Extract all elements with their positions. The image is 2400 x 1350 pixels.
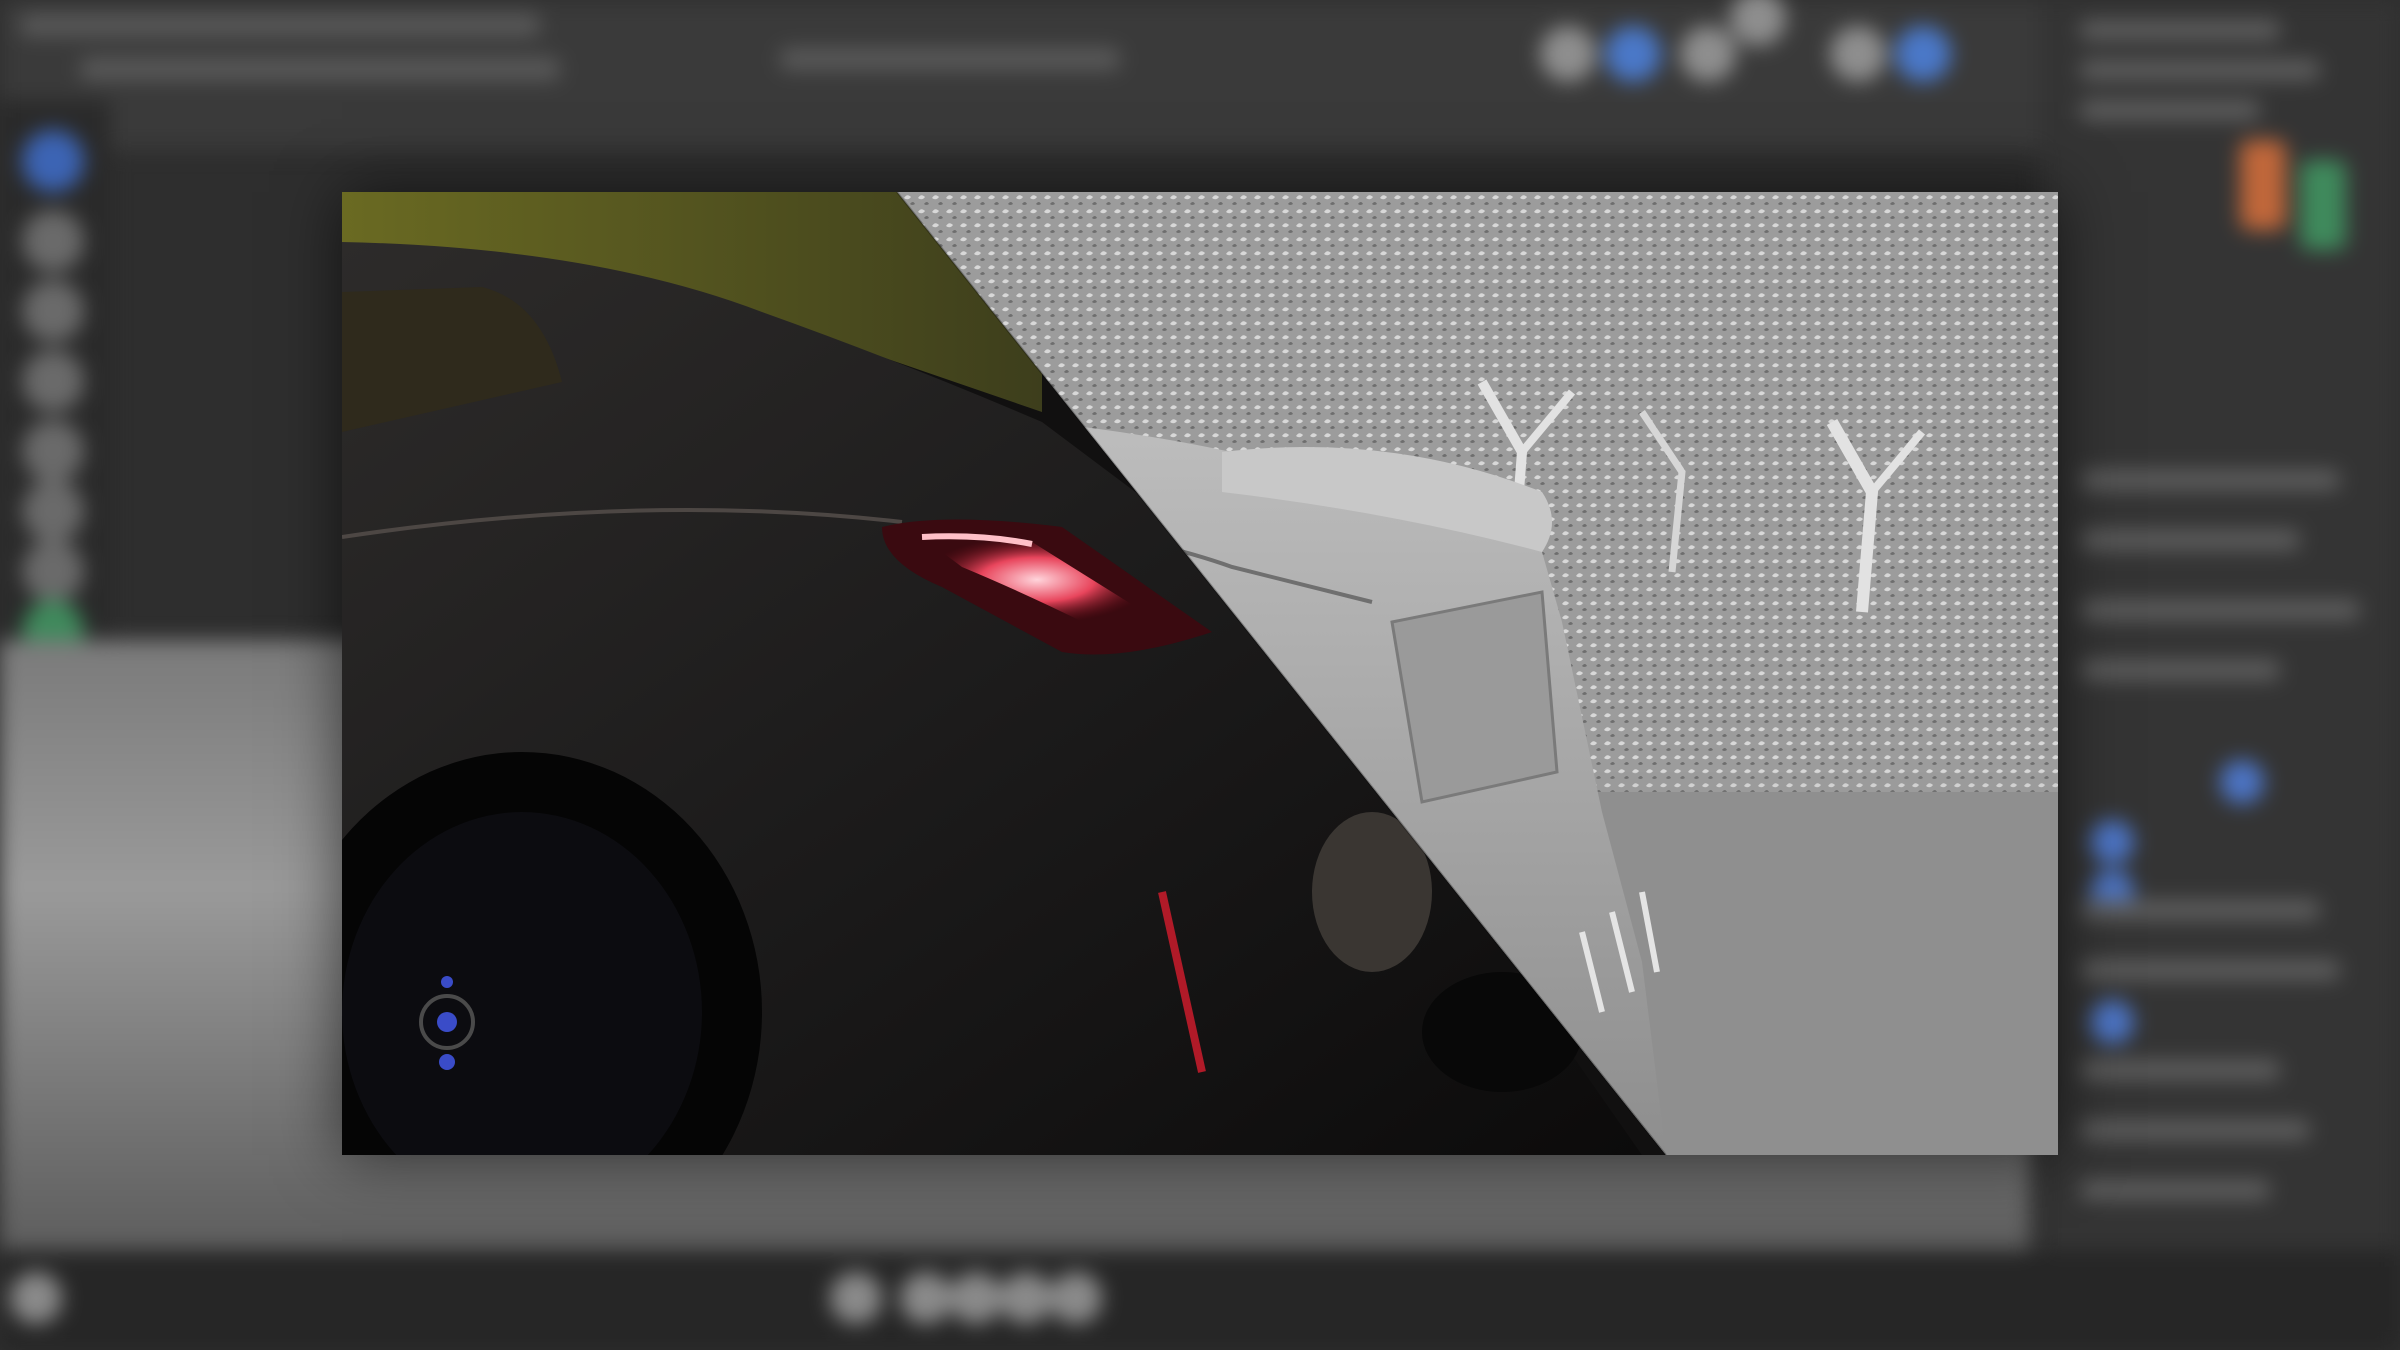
- play-icon[interactable]: [830, 1272, 882, 1324]
- toggle-icon[interactable]: [2090, 1000, 2134, 1044]
- material-swatch[interactable]: [2240, 140, 2286, 230]
- property-row[interactable]: [2080, 1180, 2270, 1200]
- jump-end-icon[interactable]: [1050, 1272, 1102, 1324]
- timeline-menu-icon[interactable]: [10, 1272, 62, 1324]
- material-swatch[interactable]: [2300, 160, 2346, 250]
- step-forward-icon[interactable]: [1000, 1272, 1052, 1324]
- render-image: [342, 192, 2058, 1155]
- annotate-icon[interactable]: [22, 540, 84, 602]
- select-icon[interactable]: [22, 130, 84, 192]
- property-row[interactable]: [2080, 660, 2280, 680]
- timeline: [0, 1250, 2400, 1350]
- gizmo-icon[interactable]: [1730, 0, 1786, 46]
- properties-panel: [2040, 0, 2400, 1350]
- outliner-row[interactable]: [2080, 100, 2260, 120]
- left-toolbar: [0, 100, 110, 722]
- overlay-icon[interactable]: [1895, 26, 1951, 82]
- material-preview-icon[interactable]: [1680, 26, 1736, 82]
- cursor-icon[interactable]: [22, 210, 84, 272]
- transform-icon[interactable]: [22, 480, 84, 542]
- toggle-icon[interactable]: [2220, 760, 2264, 804]
- step-back-icon[interactable]: [950, 1272, 1002, 1324]
- rotate-icon[interactable]: [22, 350, 84, 412]
- property-row[interactable]: [2080, 1060, 2280, 1080]
- property-row[interactable]: [2080, 960, 2340, 980]
- menu-bar[interactable]: [20, 14, 540, 36]
- property-row[interactable]: [2080, 900, 2320, 920]
- property-row[interactable]: [2080, 600, 2360, 620]
- header-tools[interactable]: [80, 58, 560, 80]
- outliner-row[interactable]: [2080, 20, 2280, 40]
- jump-start-icon[interactable]: [900, 1272, 952, 1324]
- property-row[interactable]: [2080, 470, 2340, 490]
- viewport-shading-icon[interactable]: [1605, 26, 1661, 82]
- viewport-header[interactable]: [780, 48, 1120, 70]
- toggle-icon[interactable]: [2090, 820, 2134, 864]
- rendered-view-icon[interactable]: [1830, 26, 1886, 82]
- scale-icon[interactable]: [22, 420, 84, 482]
- property-row[interactable]: [2080, 1120, 2310, 1140]
- render-comparison: [342, 192, 2058, 1155]
- property-row[interactable]: [2080, 530, 2300, 550]
- render-icon[interactable]: [1540, 26, 1596, 82]
- outliner-row[interactable]: [2080, 60, 2320, 80]
- move-icon[interactable]: [22, 280, 84, 342]
